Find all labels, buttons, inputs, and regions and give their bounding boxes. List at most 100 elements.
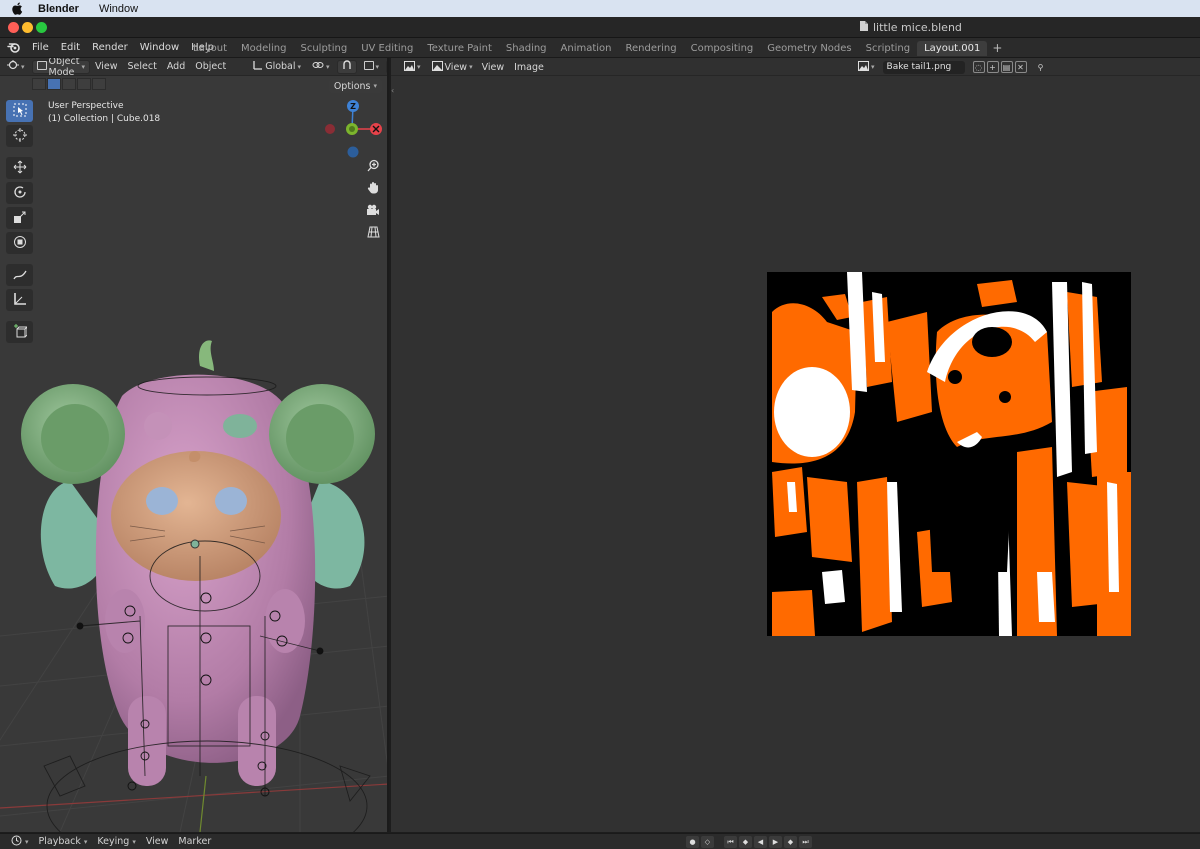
viewport-menu-view[interactable]: View [90,61,123,72]
image-menu-image[interactable]: Image [509,62,549,73]
scale-tool[interactable] [6,207,33,229]
annotate-tool[interactable] [6,264,33,286]
cursor-tool[interactable] [6,125,33,147]
folder-icon: ▤ [1002,62,1011,72]
viewport-menu-add[interactable]: Add [162,61,190,72]
zoom-icon [367,159,380,175]
window-title-text: little mice.blend [873,21,962,34]
image-editor-type-button[interactable]: ▾ [400,60,425,74]
pan-button[interactable] [363,180,383,198]
tab-shading[interactable]: Shading [499,41,554,56]
timeline-editor-type-button[interactable]: ▾ [6,835,34,849]
right-eye [215,487,247,515]
pin-button[interactable]: ⚲ [1035,61,1047,73]
tab-rendering[interactable]: Rendering [619,41,684,56]
select-tool[interactable] [6,100,33,122]
window-maximize-button[interactable] [36,22,47,33]
3d-viewport[interactable]: ▾ Object Mode ▾ View Select Add Object G… [0,58,389,832]
tab-animation[interactable]: Animation [554,41,619,56]
timeline-menu-playback[interactable]: Playback ▾ [34,836,93,847]
window-minimize-button[interactable] [22,22,33,33]
timeline-menu-keying[interactable]: Keying ▾ [92,836,140,847]
chevron-down-icon: ▾ [21,62,25,71]
tab-geometry-nodes[interactable]: Geometry Nodes [760,41,858,56]
image-view-mode-selector[interactable]: View ▾ [428,60,477,74]
mac-menubar: Blender Window [0,0,1200,17]
proportional-edit-toggle[interactable]: • [386,59,387,74]
timeline-menu-marker[interactable]: Marker [173,836,216,847]
image-name-field[interactable]: Bake tail1.png [882,60,965,74]
file-icon [860,21,868,34]
image-editor[interactable]: ▾ View ▾ View Image ▾ Bake tail1.png ◌ + [391,58,1200,832]
hand-pan-icon [367,181,380,197]
baked-texture-image[interactable] [767,272,1131,636]
play-reverse-button[interactable]: ◀ [754,836,767,848]
tab-uv-editing[interactable]: UV Editing [354,41,420,56]
mac-menu-window[interactable]: Window [99,3,138,15]
keyframe-icon: ◇ [704,838,711,846]
open-image-button[interactable]: ▤ [1000,61,1013,73]
tab-texture-paint[interactable]: Texture Paint [420,41,499,56]
ortho-toggle-button[interactable] [363,224,383,242]
transform-tool[interactable] [6,232,33,254]
navigation-gizmo[interactable]: Z [320,98,386,158]
chevron-down-icon: ▾ [81,62,85,71]
snap-toggle[interactable] [336,59,357,74]
camera-icon [366,204,380,219]
transform-orientation-selector[interactable]: Global ▾ [249,60,305,74]
image-browse-icon [858,60,869,74]
next-keyframe-button[interactable]: ◆ [784,836,797,848]
tab-layout-001[interactable]: Layout.001 [917,40,988,56]
editor-type-button[interactable]: ▾ [3,60,29,74]
prev-keyframe-button[interactable]: ◆ [739,836,752,848]
add-cube-tool[interactable] [6,321,33,343]
menu-window[interactable]: Window [134,42,185,53]
jump-start-button[interactable]: ⏮ [724,836,737,848]
panel-grip-icon[interactable]: ‹ [391,86,394,95]
orientation-label: Global [265,61,296,72]
tab-modeling[interactable]: Modeling [234,41,294,56]
auto-keying-button[interactable]: ● [686,836,699,848]
window-close-button[interactable] [8,22,19,33]
image-view-icon [431,60,443,74]
snap-icon [342,60,352,73]
tab-compositing[interactable]: Compositing [684,41,761,56]
jump-end-button[interactable]: ⏭ [799,836,812,848]
workspace-tabs: Layout Modeling Sculpting UV Editing Tex… [186,38,1007,58]
pivot-point-button[interactable]: ▾ [308,60,334,74]
zoom-button[interactable] [363,158,383,176]
image-menu-view[interactable]: View [477,62,510,73]
blender-logo-icon[interactable] [7,42,20,53]
snap-target-selector[interactable]: ▾ [360,60,384,74]
image-browse-button[interactable]: ▾ [854,60,879,74]
menu-render[interactable]: Render [86,42,134,53]
keyframe-type-button[interactable]: ◇ [701,836,714,848]
measure-tool[interactable] [6,289,33,311]
new-image-button[interactable]: + [986,61,999,73]
viewport-menu-select[interactable]: Select [123,61,162,72]
viewport-header: ▾ Object Mode ▾ View Select Add Object G… [0,58,387,78]
spot-1 [144,412,172,440]
camera-view-button[interactable] [363,202,383,220]
play-button[interactable]: ▶ [769,836,782,848]
add-workspace-button[interactable]: + [987,41,1007,55]
move-tool[interactable] [6,157,33,179]
timeline-header: ▾ Playback ▾ Keying ▾ View Marker ● ◇ ⏮ … [0,833,1200,849]
tab-layout[interactable]: Layout [186,41,234,56]
grid-ortho-icon [366,226,380,241]
tab-sculpting[interactable]: Sculpting [294,41,355,56]
menu-file[interactable]: File [26,42,55,53]
viewport-menu-object[interactable]: Object [190,61,231,72]
unlink-image-button[interactable]: ✕ [1014,61,1027,73]
viewport-scene[interactable] [0,76,389,832]
fake-user-button[interactable]: ◌ [972,61,985,73]
mode-selector[interactable]: Object Mode ▾ [31,58,90,78]
timeline-menu-view[interactable]: View [141,836,174,847]
tab-scripting[interactable]: Scripting [859,41,917,56]
rotate-tool[interactable] [6,182,33,204]
chevron-down-icon: ▾ [83,837,88,846]
menu-edit[interactable]: Edit [55,42,86,53]
close-icon: ✕ [1017,62,1024,72]
apple-icon[interactable] [12,2,26,15]
mac-app-name[interactable]: Blender [38,3,79,15]
